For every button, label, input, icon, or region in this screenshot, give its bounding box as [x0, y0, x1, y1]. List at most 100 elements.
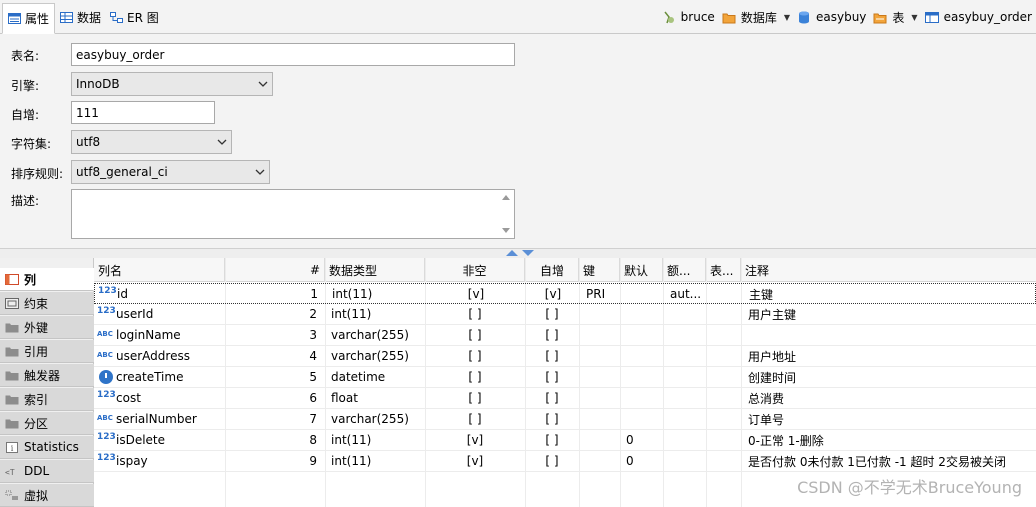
col-header-default[interactable]: 默认 [620, 258, 663, 282]
cell-notnull[interactable]: [v] [425, 430, 525, 450]
cell-default[interactable] [626, 325, 663, 345]
side-tab-virtual[interactable]: 虚拟 [0, 484, 94, 507]
tab-data[interactable]: 数据 [54, 3, 107, 31]
crumb-database[interactable]: easybuy [797, 10, 866, 24]
cell-key[interactable] [585, 325, 620, 345]
cell-type[interactable]: datetime [331, 367, 425, 387]
cell-default[interactable] [626, 388, 663, 408]
table-row[interactable]: 123 isDelete 8 int(11) [v][ ] 0 0-正常 1-删除 [94, 430, 1036, 451]
cell-extra[interactable] [669, 388, 706, 408]
side-tab-constraints[interactable]: 约束 [0, 292, 94, 315]
description-textarea[interactable] [71, 189, 515, 239]
col-header-table[interactable]: 表... [706, 258, 741, 282]
cell-num[interactable]: 6 [225, 388, 321, 408]
crumb-table[interactable]: easybuy_order [924, 10, 1032, 24]
col-header-num[interactable]: # [225, 258, 325, 282]
cell-autoinc[interactable]: [ ] [525, 346, 579, 366]
cell-autoinc[interactable]: [v] [526, 284, 580, 304]
table-row[interactable]: ABC userAddress 4 varchar(255)[ ][ ] 用户地址 [94, 346, 1036, 367]
cell-default[interactable] [626, 409, 663, 429]
cell-autoinc[interactable]: [ ] [525, 325, 579, 345]
cell-comment[interactable] [748, 325, 1036, 345]
cell-num[interactable]: 1 [226, 284, 322, 304]
cell-default[interactable] [626, 346, 663, 366]
cell-autoinc[interactable]: [ ] [525, 409, 579, 429]
cell-notnull[interactable]: [v] [425, 451, 525, 471]
cell-name[interactable]: id [117, 284, 226, 304]
table-name-input[interactable]: easybuy_order [71, 43, 515, 66]
cell-key[interactable] [585, 409, 620, 429]
cell-comment[interactable]: 是否付款 0未付款 1已付款 -1 超时 2交易被关闭 [748, 451, 1036, 471]
cell-type[interactable]: varchar(255) [331, 346, 425, 366]
cell-type[interactable]: float [331, 388, 425, 408]
cell-notnull[interactable]: [ ] [425, 388, 525, 408]
table-row[interactable]: ABC loginName 3 varchar(255)[ ][ ] [94, 325, 1036, 346]
engine-select[interactable]: InnoDB [71, 72, 273, 96]
cell-key[interactable] [585, 346, 620, 366]
cell-notnull[interactable]: [ ] [425, 346, 525, 366]
col-header-key[interactable]: 键 [579, 258, 620, 282]
cell-name[interactable]: isDelete [116, 430, 225, 450]
cell-type[interactable]: int(11) [331, 430, 425, 450]
cell-comment[interactable]: 订单号 [748, 409, 1036, 429]
cell-notnull[interactable]: [v] [426, 284, 526, 304]
collapse-up-icon[interactable] [506, 250, 518, 256]
cell-num[interactable]: 5 [225, 367, 321, 387]
side-tab-indexes[interactable]: 索引 [0, 388, 94, 411]
cell-type[interactable]: int(11) [331, 451, 425, 471]
cell-type[interactable]: varchar(255) [331, 325, 425, 345]
crumb-table-kind[interactable]: 表 ▼ [873, 9, 918, 26]
cell-key[interactable] [585, 304, 620, 324]
cell-comment[interactable]: 用户主键 [748, 304, 1036, 324]
cell-type[interactable]: int(11) [331, 304, 425, 324]
cell-name[interactable]: ispay [116, 451, 225, 471]
cell-notnull[interactable]: [ ] [425, 367, 525, 387]
cell-num[interactable]: 8 [225, 430, 321, 450]
table-row[interactable]: 123 cost 6 float[ ][ ] 总消费 [94, 388, 1036, 409]
cell-extra[interactable] [669, 304, 706, 324]
cell-comment[interactable]: 0-正常 1-删除 [748, 430, 1036, 450]
cell-key[interactable] [585, 388, 620, 408]
cell-extra[interactable] [669, 346, 706, 366]
col-header-name[interactable]: 列名 [94, 258, 225, 282]
side-tab-statistics[interactable]: i Statistics [0, 436, 94, 459]
auto-increment-input[interactable]: 111 [71, 101, 215, 124]
side-tab-ddl[interactable]: <T DDL [0, 460, 94, 483]
cell-type[interactable]: varchar(255) [331, 409, 425, 429]
side-tab-columns[interactable]: 列 [0, 268, 94, 291]
table-row[interactable]: 123 ispay 9 int(11) [v][ ] 0 是否付款 0未付款 1已付款 -1… [94, 451, 1036, 472]
col-header-autoinc[interactable]: 自增 [525, 258, 579, 282]
col-header-extra[interactable]: 额... [663, 258, 706, 282]
cell-name[interactable]: cost [116, 388, 225, 408]
table-row[interactable]: 123 userId 2 int(11)[ ][ ] 用户主键 [94, 304, 1036, 325]
expand-down-icon[interactable] [522, 250, 534, 256]
tab-properties[interactable]: 属性 [2, 3, 56, 34]
cell-comment[interactable]: 创建时间 [748, 367, 1036, 387]
cell-key[interactable] [585, 430, 620, 450]
cell-name[interactable]: serialNumber [116, 409, 225, 429]
tab-er-diagram[interactable]: ER 图 [104, 3, 165, 31]
cell-extra[interactable] [669, 409, 706, 429]
cell-key[interactable]: PRI [586, 284, 621, 304]
cell-name[interactable]: userAddress [116, 346, 225, 366]
textarea-scrollbar[interactable] [499, 191, 513, 237]
cell-extra[interactable] [669, 367, 706, 387]
cell-comment[interactable]: 用户地址 [748, 346, 1036, 366]
cell-extra[interactable] [669, 430, 706, 450]
crumb-db-kind[interactable]: 数据库 ▼ [722, 9, 790, 26]
cell-comment[interactable]: 主键 [749, 284, 1036, 304]
charset-select[interactable]: utf8 [71, 130, 232, 154]
cell-type[interactable]: int(11) [332, 284, 426, 304]
cell-num[interactable]: 2 [225, 304, 321, 324]
cell-num[interactable]: 4 [225, 346, 321, 366]
cell-default[interactable]: 0 [626, 451, 663, 471]
cell-autoinc[interactable]: [ ] [525, 430, 579, 450]
table-row[interactable]: 123 id 1 int(11) [v] [v] PRI aut... 主键 [94, 283, 1036, 304]
cell-extra[interactable]: aut... [670, 284, 707, 304]
chevron-down-icon[interactable]: ▼ [911, 13, 917, 22]
col-header-comment[interactable]: 注释 [741, 258, 1036, 282]
cell-default[interactable]: 0 [626, 430, 663, 450]
cell-extra[interactable] [669, 325, 706, 345]
side-tab-triggers[interactable]: 触发器 [0, 364, 94, 387]
side-tab-foreign-keys[interactable]: 外键 [0, 316, 94, 339]
